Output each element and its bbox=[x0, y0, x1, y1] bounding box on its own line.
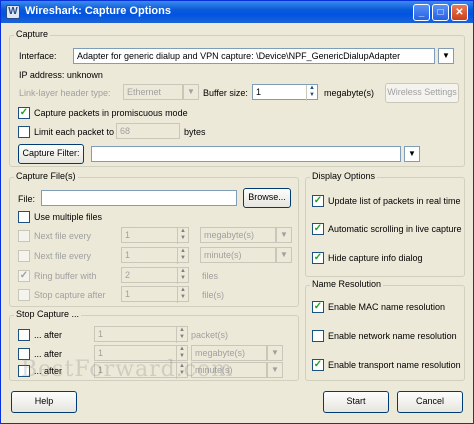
interface-combo[interactable]: Adapter for generic dialup and VPN captu… bbox=[73, 48, 435, 64]
link-layer-combo[interactable]: Ethernet bbox=[123, 84, 183, 100]
stop-after-files-spin-icon[interactable]: ▲ ▼ bbox=[177, 287, 188, 303]
capture-group-title: Capture bbox=[14, 29, 51, 39]
close-button[interactable]: ✕ bbox=[451, 4, 468, 21]
ring-buffer-spin-icon[interactable]: ▲ ▼ bbox=[177, 268, 188, 284]
next-file-size-label: Next file every bbox=[34, 231, 92, 241]
capture-filter-button[interactable]: Capture Filter: bbox=[18, 144, 84, 164]
stop-after-files-label: Stop capture after bbox=[34, 290, 106, 300]
multiple-files-label: Use multiple files bbox=[34, 212, 103, 222]
wireless-settings-button[interactable]: Wireless Settings bbox=[385, 83, 459, 103]
transport-resolution-label: Enable transport name resolution bbox=[328, 360, 461, 370]
stop-packets-spin-icon[interactable]: ▲ ▼ bbox=[176, 327, 187, 343]
limit-packet-label: Limit each packet to bbox=[34, 127, 115, 137]
ring-buffer-checkbox[interactable]: ✓ bbox=[18, 270, 30, 282]
next-file-time-unit-arrow-icon[interactable]: ▼ bbox=[276, 247, 292, 263]
hide-info-checkbox[interactable]: ✓ bbox=[312, 252, 324, 264]
transport-resolution-checkbox[interactable]: ✓ bbox=[312, 359, 324, 371]
stop-packets-unit: packet(s) bbox=[191, 330, 229, 340]
next-file-time-checkbox[interactable] bbox=[18, 250, 30, 262]
capture-filter-input[interactable] bbox=[91, 146, 401, 162]
mac-resolution-checkbox[interactable]: ✓ bbox=[312, 301, 324, 313]
capture-files-group-title: Capture File(s) bbox=[14, 171, 78, 181]
update-realtime-checkbox[interactable]: ✓ bbox=[312, 195, 324, 207]
limit-packet-unit: bytes bbox=[184, 127, 206, 137]
stop-after-files-unit: file(s) bbox=[202, 290, 224, 300]
network-resolution-checkbox[interactable] bbox=[312, 330, 324, 342]
limit-packet-checkbox[interactable] bbox=[18, 126, 30, 138]
stop-packets-spinbox[interactable]: 1 bbox=[94, 326, 188, 342]
ring-buffer-label: Ring buffer with bbox=[34, 271, 97, 281]
file-input[interactable] bbox=[41, 190, 237, 206]
hide-info-label: Hide capture info dialog bbox=[328, 253, 423, 263]
link-layer-label: Link-layer header type: bbox=[19, 88, 111, 98]
limit-packet-spinbox[interactable]: 68 bbox=[116, 123, 180, 139]
stop-packets-checkbox[interactable] bbox=[18, 329, 30, 341]
file-label: File: bbox=[18, 194, 36, 204]
next-file-size-unit-arrow-icon[interactable]: ▼ bbox=[276, 227, 292, 243]
next-file-size-checkbox[interactable] bbox=[18, 230, 30, 242]
minimize-button[interactable]: _ bbox=[413, 4, 430, 21]
multiple-files-checkbox[interactable] bbox=[18, 211, 30, 223]
next-file-time-label: Next file every bbox=[34, 251, 92, 261]
buffer-unit: megabyte(s) bbox=[324, 88, 375, 98]
autoscroll-label: Automatic scrolling in live capture bbox=[328, 224, 462, 234]
network-resolution-label: Enable network name resolution bbox=[328, 331, 457, 341]
buffer-spin-icon[interactable]: ▲ ▼ bbox=[306, 85, 317, 101]
buffer-size-label: Buffer size: bbox=[203, 88, 248, 98]
capture-filter-dropdown-arrow-icon[interactable]: ▼ bbox=[404, 146, 420, 162]
cancel-button[interactable]: Cancel bbox=[397, 391, 463, 413]
interface-dropdown-arrow-icon[interactable]: ▼ bbox=[438, 48, 454, 64]
stop-size-unit-arrow-icon[interactable]: ▼ bbox=[267, 345, 283, 361]
next-file-size-unit-combo[interactable]: megabyte(s) bbox=[200, 227, 276, 243]
capture-options-window: W Wireshark: Capture Options _ □ ✕ Captu… bbox=[0, 0, 474, 424]
help-button[interactable]: Help bbox=[11, 391, 77, 413]
display-options-group-title: Display Options bbox=[310, 171, 378, 181]
link-layer-dropdown-arrow-icon[interactable]: ▼ bbox=[183, 84, 199, 100]
stop-capture-group-title: Stop Capture ... bbox=[14, 309, 82, 319]
promiscuous-label: Capture packets in promiscuous mode bbox=[34, 108, 188, 118]
mac-resolution-label: Enable MAC name resolution bbox=[328, 302, 446, 312]
promiscuous-checkbox[interactable]: ✓ bbox=[18, 107, 30, 119]
autoscroll-checkbox[interactable]: ✓ bbox=[312, 223, 324, 235]
next-file-size-spin-icon[interactable]: ▲ ▼ bbox=[177, 228, 188, 244]
interface-label: Interface: bbox=[19, 51, 57, 61]
title-bar[interactable]: W Wireshark: Capture Options _ □ ✕ bbox=[1, 1, 473, 23]
window-title: Wireshark: Capture Options bbox=[25, 5, 171, 17]
maximize-button[interactable]: □ bbox=[432, 4, 449, 21]
watermark: BestForward.com bbox=[21, 357, 234, 382]
stop-time-unit-arrow-icon[interactable]: ▼ bbox=[267, 362, 283, 378]
update-realtime-label: Update list of packets in real time bbox=[328, 196, 461, 206]
stop-after-files-checkbox[interactable] bbox=[18, 289, 30, 301]
next-file-time-unit-combo[interactable]: minute(s) bbox=[200, 247, 276, 263]
stop-packets-label: ... after bbox=[34, 330, 63, 340]
browse-button[interactable]: Browse... bbox=[243, 188, 291, 208]
name-resolution-group-title: Name Resolution bbox=[310, 279, 384, 289]
next-file-time-spin-icon[interactable]: ▲ ▼ bbox=[177, 248, 188, 264]
ring-buffer-unit: files bbox=[202, 271, 219, 281]
start-button[interactable]: Start bbox=[323, 391, 389, 413]
ip-address-text: IP address: unknown bbox=[19, 70, 103, 80]
wireshark-icon: W bbox=[6, 5, 20, 19]
